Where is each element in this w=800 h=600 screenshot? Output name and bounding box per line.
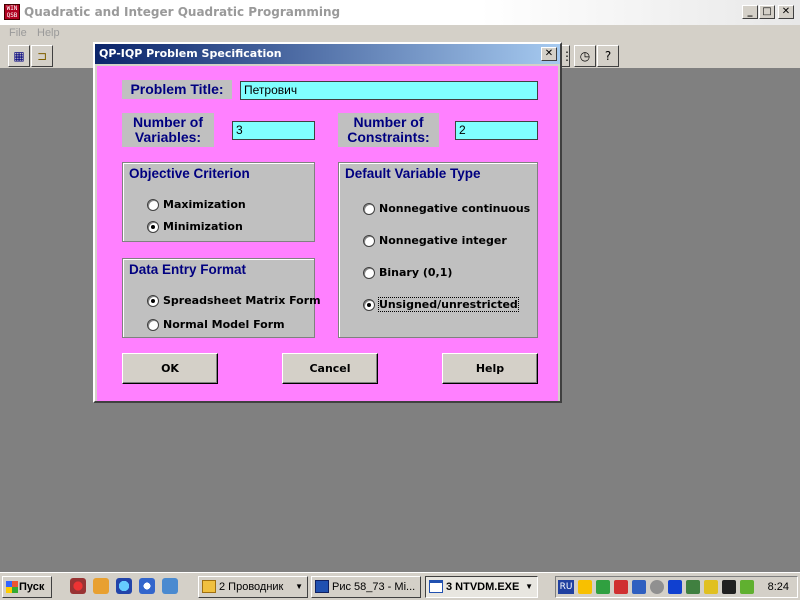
system-tray: RU 8:24 [555, 576, 798, 598]
windows-logo-icon [6, 581, 18, 593]
task-label: Рис 58_73 - Mi... [332, 581, 416, 593]
new-problem-icon[interactable]: ▦ [8, 45, 30, 67]
radio-button-icon[interactable] [363, 267, 375, 279]
objective-criterion-group: Objective Criterion Maximization Minimiz… [122, 162, 315, 242]
tray-network-icon[interactable] [632, 580, 646, 594]
dialog-titlebar[interactable]: QP-IQP Problem Specification ✕ [95, 44, 560, 64]
dos-window-icon [429, 580, 443, 593]
tray-flag-icon[interactable] [722, 580, 736, 594]
data-entry-format-group: Data Entry Format Spreadsheet Matrix For… [122, 258, 321, 338]
app-title: Quadratic and Integer Quadratic Programm… [24, 5, 341, 19]
word-icon [315, 580, 329, 593]
problem-title-input[interactable]: Петрович [240, 81, 538, 100]
menu-file[interactable]: File [9, 27, 27, 39]
problem-specification-dialog: QP-IQP Problem Specification ✕ Problem T… [93, 42, 562, 403]
radio-label: Normal Model Form [163, 318, 285, 331]
clock[interactable]: 8:24 [768, 581, 789, 593]
default-variable-type-group: Default Variable Type Nonnegative contin… [338, 162, 538, 338]
radio-button-selected-icon[interactable] [147, 221, 159, 233]
radio-button-icon[interactable] [147, 319, 159, 331]
folder-icon [202, 580, 216, 593]
help-icon[interactable]: ? [597, 45, 619, 67]
radio-button-icon[interactable] [363, 235, 375, 247]
internet-explorer-icon[interactable] [116, 578, 132, 594]
radio-label: Nonnegative continuous [379, 202, 531, 215]
language-indicator[interactable]: RU [558, 580, 574, 594]
num-variables-label: Number of Variables: [122, 113, 214, 147]
desktop-icon[interactable] [162, 578, 178, 594]
tray-play-icon[interactable] [668, 580, 682, 594]
num-constraints-input[interactable]: 2 [455, 121, 538, 140]
minimize-button[interactable]: _ [742, 5, 758, 19]
start-label: Пуск [19, 581, 45, 593]
num-constraints-label: Number of Constraints: [338, 113, 439, 147]
radio-label: Nonnegative integer [379, 234, 507, 247]
tray-tool-icon[interactable] [704, 580, 718, 594]
tray-nvidia-icon[interactable] [740, 580, 754, 594]
cancel-button[interactable]: Cancel [282, 353, 378, 384]
objective-criterion-title: Objective Criterion [129, 166, 250, 181]
menubar: File Help [0, 25, 800, 43]
opera-icon[interactable] [70, 578, 86, 594]
help-button[interactable]: Help [442, 353, 538, 384]
chevron-down-icon: ▼ [525, 582, 533, 591]
task-explorer[interactable]: 2 Проводник ▼ [198, 576, 308, 598]
radio-label: Maximization [163, 198, 246, 211]
taskbar: Пуск 2 Проводник ▼ Рис 58_73 - Mi... 3 N… [0, 572, 800, 600]
app-icon[interactable]: WIN QSB [4, 4, 20, 20]
menu-help[interactable]: Help [37, 27, 60, 39]
ok-button[interactable]: OK [122, 353, 218, 384]
clock-icon[interactable]: ◷ [574, 45, 596, 67]
dialog-title: QP-IQP Problem Specification [99, 47, 282, 60]
close-button[interactable]: ✕ [778, 5, 794, 19]
radio-label: Binary (0,1) [379, 266, 453, 279]
maximize-button[interactable]: □ [759, 5, 775, 19]
dialog-body: Problem Title: Петрович Number of Variab… [97, 66, 558, 401]
dialog-close-button[interactable]: ✕ [541, 47, 557, 61]
problem-title-label: Problem Title: [122, 80, 232, 99]
task-label: 3 NTVDM.EXE [446, 581, 520, 593]
default-variable-type-title: Default Variable Type [345, 166, 481, 181]
radio-button-icon[interactable] [363, 203, 375, 215]
tray-disk-icon[interactable] [650, 580, 664, 594]
radio-label: Unsigned/unrestricted [378, 297, 519, 312]
task-ntvdm[interactable]: 3 NTVDM.EXE ▼ [425, 576, 538, 598]
task-label: 2 Проводник [219, 581, 284, 593]
paint-icon[interactable] [93, 578, 109, 594]
open-folder-icon[interactable]: ⊐ [31, 45, 53, 67]
num-variables-input[interactable]: 3 [232, 121, 315, 140]
radio-button-selected-icon[interactable] [147, 295, 159, 307]
radio-button-icon[interactable] [147, 199, 159, 211]
tray-sound-icon[interactable] [596, 580, 610, 594]
start-button[interactable]: Пуск [2, 576, 52, 598]
task-word-document[interactable]: Рис 58_73 - Mi... [311, 576, 421, 598]
tray-monitor-icon[interactable] [686, 580, 700, 594]
app-titlebar: WIN QSB Quadratic and Integer Quadratic … [0, 0, 800, 25]
radio-button-selected-icon[interactable] [363, 299, 375, 311]
tray-app-icon[interactable] [578, 580, 592, 594]
chevron-down-icon: ▼ [295, 582, 303, 591]
data-entry-format-title: Data Entry Format [129, 262, 247, 277]
tray-security-icon[interactable] [614, 580, 628, 594]
radio-label: Spreadsheet Matrix Form [163, 294, 321, 307]
radio-label: Minimization [163, 220, 243, 233]
media-player-icon[interactable] [139, 578, 155, 594]
